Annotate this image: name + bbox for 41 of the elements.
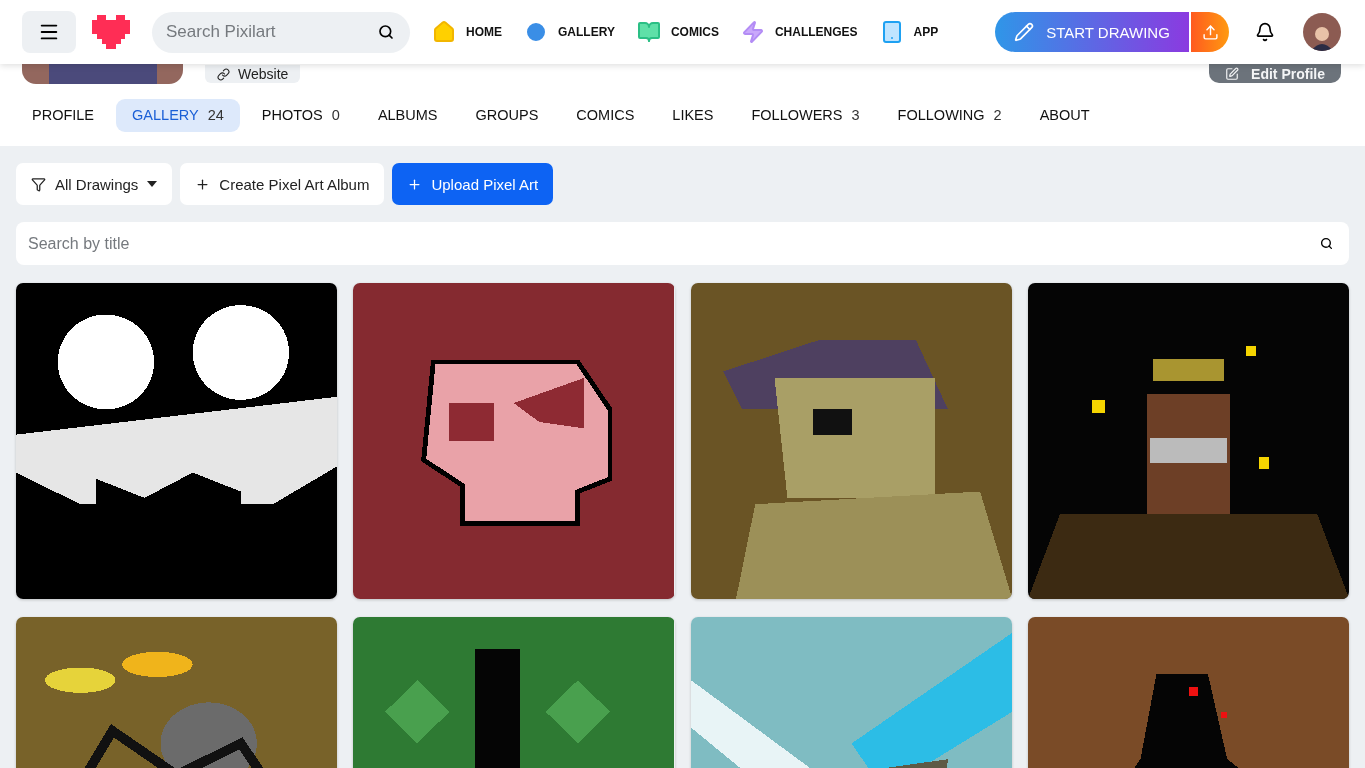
search-icon[interactable] [378,24,394,40]
upload-icon [1201,23,1219,41]
caret-icon [147,181,158,187]
link-icon [217,67,230,81]
profile-tab[interactable]: FOLLOWING 2 [881,98,1018,132]
pencil-icon [1014,22,1035,42]
profile-tab[interactable]: PROFILE [16,98,111,132]
menu-button[interactable] [22,11,76,53]
profile-tab[interactable]: FOLLOWERS 3 [735,98,876,132]
filter-dropdown[interactable]: All Drawings [16,163,173,205]
heart-logo-icon[interactable] [92,15,130,49]
plus-icon [195,176,211,192]
edit-profile-button[interactable]: Edit Profile [1209,64,1341,83]
search-icon[interactable] [1320,237,1333,250]
plus-icon [407,176,423,192]
profile-tab[interactable]: COMICS [560,98,651,132]
nav-link[interactable]: APP [879,20,939,44]
edit-icon [1225,66,1240,81]
profile-tab[interactable]: LIKES [656,98,730,132]
nav-link[interactable]: COMICS [636,20,719,44]
house-icon [432,20,456,44]
upload-pixel-art-button[interactable]: Upload Pixel Art [392,163,554,205]
lightning-icon [740,20,765,44]
profile-tab[interactable]: GROUPS [459,98,555,132]
search-field[interactable]: Search Pixilart [152,11,410,53]
nav-link[interactable]: HOME [432,20,502,44]
profile-tab[interactable]: GALLERY 24 [116,98,240,132]
profile-tab[interactable]: ALBUMS [361,98,454,132]
nav-link[interactable]: GALLERY [524,20,615,44]
bell-icon [1255,22,1275,42]
profile-tab[interactable]: PHOTOS 0 [245,98,356,132]
create-album-button[interactable]: Create Pixel Art Album [180,163,385,205]
nav-link[interactable]: CHALLENGES [740,20,858,44]
upload-button[interactable] [1191,12,1229,52]
filter-icon [31,176,46,192]
start-drawing-button[interactable]: START DRAWING [995,12,1189,52]
website-button[interactable]: Website [205,65,301,83]
profile-tab[interactable]: ABOUT [1023,98,1106,132]
title-search-field[interactable]: Search by title [16,222,1349,265]
user-avatar[interactable] [1303,13,1341,51]
book-icon [636,20,661,44]
